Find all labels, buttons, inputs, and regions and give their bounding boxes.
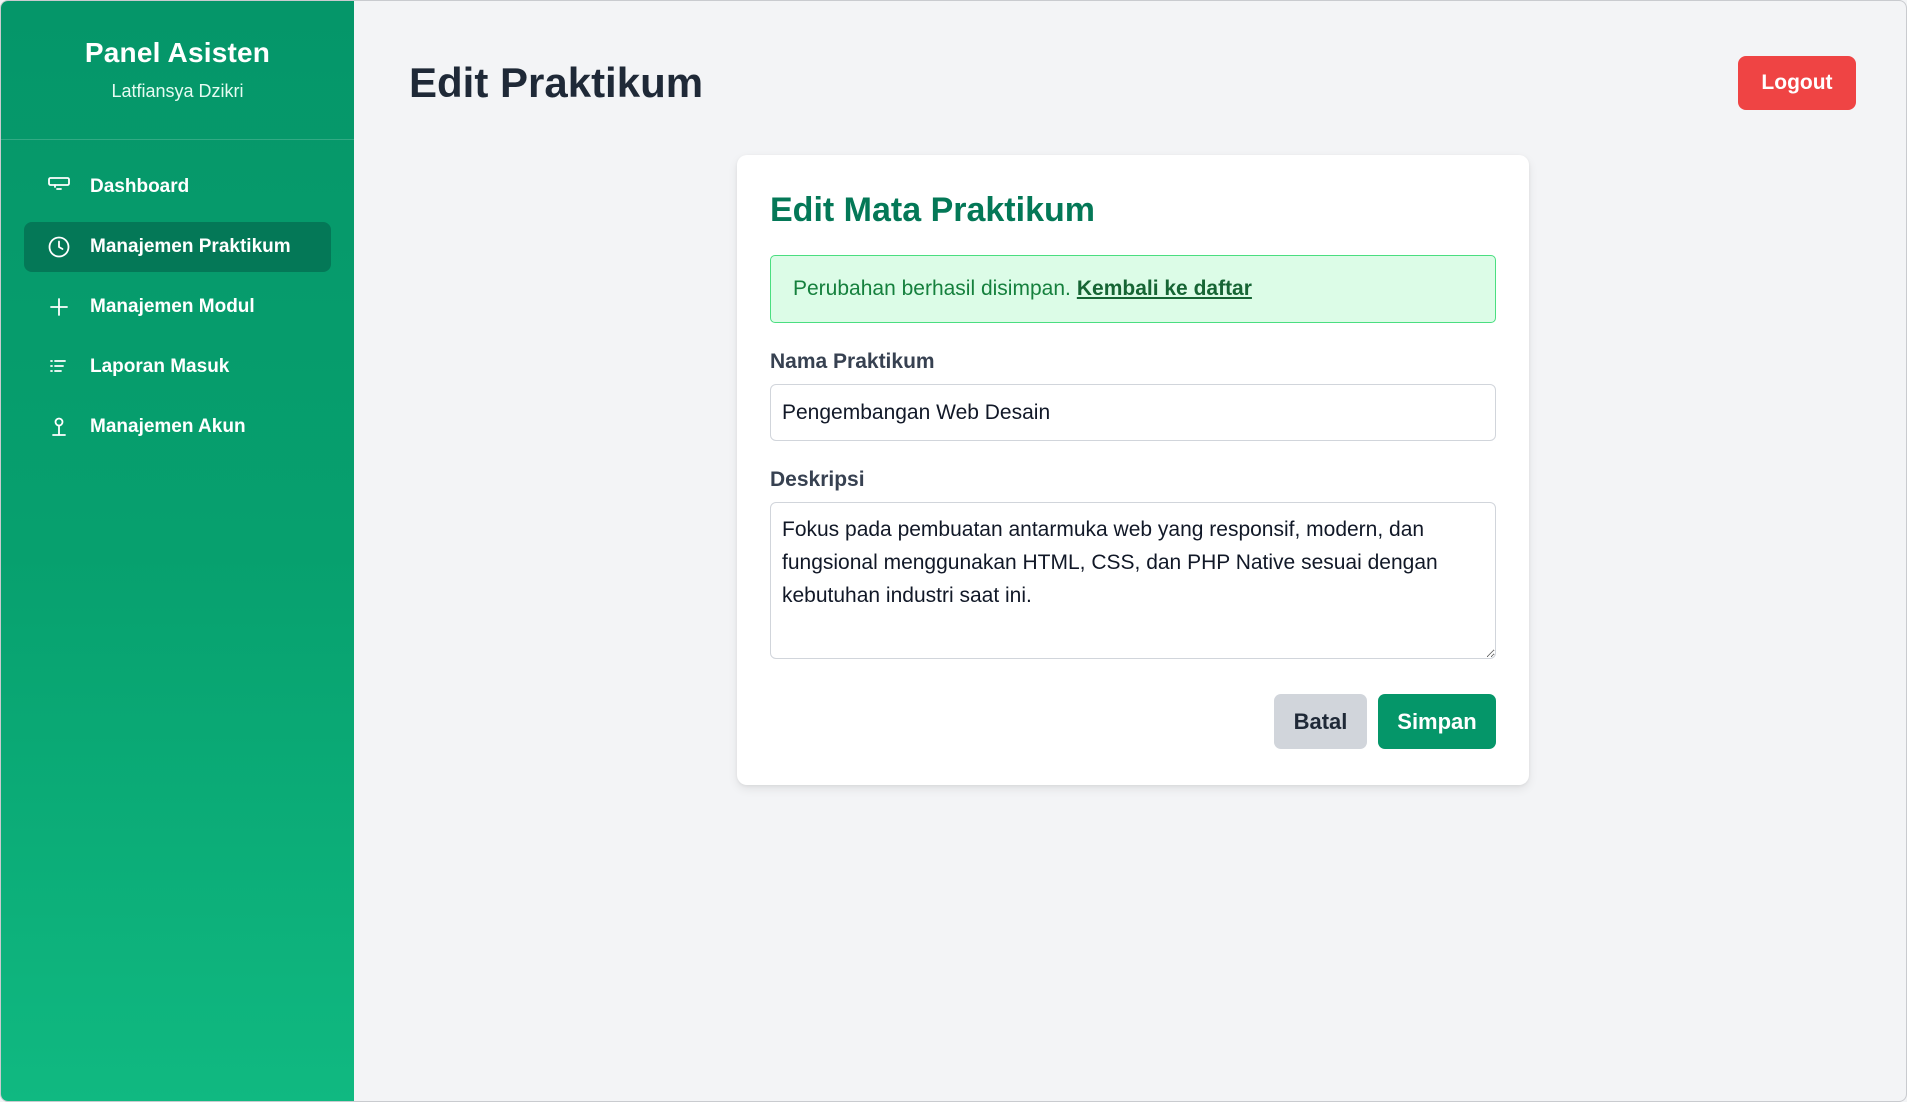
name-input[interactable] [770, 384, 1496, 441]
sidebar-item-label: Dashboard [90, 176, 190, 197]
page-title: Edit Praktikum [409, 59, 704, 106]
plus-icon [47, 295, 71, 319]
list-icon [47, 355, 71, 379]
sidebar-nav: Dashboard Manajemen Praktikum Manajemen … [1, 140, 354, 452]
logout-button[interactable]: Logout [1738, 56, 1856, 110]
form-actions: Batal Simpan [770, 694, 1496, 749]
success-alert: Perubahan berhasil disimpan. Kembali ke … [770, 255, 1496, 323]
sidebar-item-manajemen-praktikum[interactable]: Manajemen Praktikum [24, 222, 331, 272]
sidebar-item-dashboard[interactable]: Dashboard [24, 162, 331, 212]
card-title: Edit Mata Praktikum [770, 191, 1095, 229]
monitor-icon [47, 175, 71, 199]
main-content: Edit Praktikum Logout Edit Mata Praktiku… [354, 1, 1906, 1101]
name-label: Nama Praktikum [770, 350, 935, 373]
sidebar-item-label: Manajemen Akun [90, 416, 246, 437]
back-to-list-link[interactable]: Kembali ke daftar [1077, 277, 1252, 301]
user-icon [47, 415, 71, 439]
brand-title: Panel Asisten [84, 37, 271, 68]
sidebar: Panel Asisten Latfiansya Dzikri Dashboar… [1, 1, 354, 1101]
sidebar-brand: Panel Asisten Latfiansya Dzikri [1, 1, 354, 140]
app-window: Panel Asisten Latfiansya Dzikri Dashboar… [0, 0, 1907, 1102]
cancel-button[interactable]: Batal [1274, 694, 1367, 749]
user-name: Latfiansya Dzikri [111, 81, 244, 101]
sidebar-item-label: Manajemen Modul [90, 296, 255, 317]
sidebar-item-label: Laporan Masuk [90, 356, 230, 377]
clock-icon [47, 235, 71, 259]
edit-form-card: Edit Mata Praktikum Perubahan berhasil d… [737, 155, 1529, 785]
alert-text: Perubahan berhasil disimpan. [793, 277, 1071, 300]
description-label: Deskripsi [770, 468, 865, 491]
description-textarea[interactable]: Fokus pada pembuatan antarmuka web yang … [770, 502, 1496, 659]
sidebar-item-manajemen-modul[interactable]: Manajemen Modul [24, 282, 331, 332]
sidebar-item-laporan-masuk[interactable]: Laporan Masuk [24, 342, 331, 392]
sidebar-item-label: Manajemen Praktikum [90, 236, 291, 257]
save-button[interactable]: Simpan [1378, 694, 1496, 749]
sidebar-item-manajemen-akun[interactable]: Manajemen Akun [24, 402, 331, 452]
